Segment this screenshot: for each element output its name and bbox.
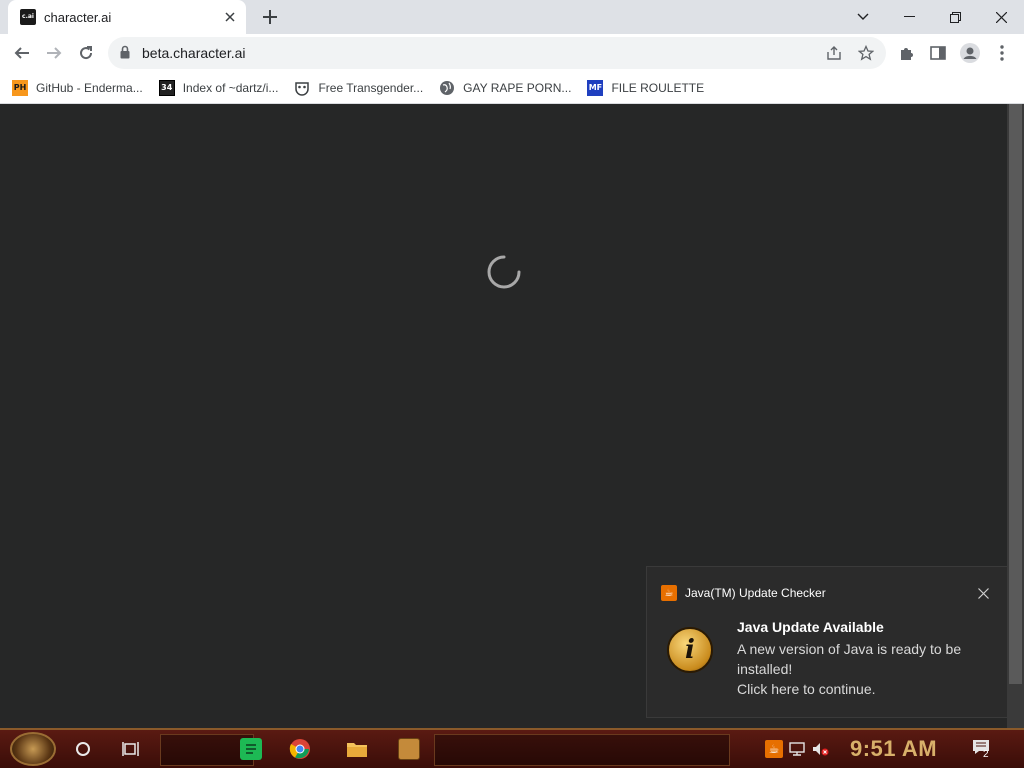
lock-icon[interactable]: [120, 45, 130, 64]
info-icon: i: [667, 627, 713, 673]
bookmark-github[interactable]: PH GitHub - Enderma...: [12, 76, 143, 100]
notification-count-badge: 2: [983, 749, 989, 760]
tab-character-ai[interactable]: c.ai character.ai: [8, 0, 246, 34]
tab-strip: c.ai character.ai: [0, 0, 1024, 34]
network-icon[interactable]: [788, 740, 806, 758]
minimize-button[interactable]: [886, 0, 932, 34]
mask-icon: [294, 80, 310, 96]
java-icon: ☕: [661, 585, 677, 601]
tab-title: character.ai: [44, 9, 112, 25]
grid-icon: 34: [158, 79, 175, 96]
bookmark-file-roulette[interactable]: MF FILE ROULETTE: [587, 76, 704, 100]
bookmark-label: Free Transgender...: [318, 80, 424, 95]
game-app-icon[interactable]: [398, 738, 420, 760]
side-panel-icon[interactable]: [924, 39, 952, 67]
bookmark-star-icon[interactable]: [856, 43, 876, 63]
bookmark-label: GAY RAPE PORN...: [463, 80, 572, 95]
java-tray-icon[interactable]: ☕: [765, 740, 783, 758]
bookmark-globe-site[interactable]: GAY RAPE PORN...: [439, 76, 571, 100]
browser-toolbar: beta.character.ai: [0, 34, 1024, 72]
taskbar-slot: [434, 734, 730, 766]
globe-icon: [439, 80, 455, 96]
task-view-icon[interactable]: [118, 736, 144, 762]
roulette-icon: MF: [587, 79, 604, 96]
toast-message: A new version of Java is ready to be ins…: [737, 641, 962, 677]
url-text[interactable]: beta.character.ai: [142, 37, 246, 69]
reload-button[interactable]: [72, 39, 100, 67]
character-ai-favicon-icon: c.ai: [20, 9, 36, 25]
toast-action-text[interactable]: Click here to continue.: [737, 679, 997, 699]
address-bar[interactable]: beta.character.ai: [108, 37, 886, 69]
forward-button[interactable]: [40, 39, 68, 67]
toast-close-icon[interactable]: [973, 583, 993, 603]
ph-icon: PH: [12, 79, 28, 96]
toast-app-name: Java(TM) Update Checker: [685, 586, 826, 600]
chrome-menu-icon[interactable]: [988, 39, 1016, 67]
bookmark-label: FILE ROULETTE: [611, 80, 705, 95]
bookmark-index-dartz[interactable]: 34 Index of ~dartz/i...: [158, 76, 279, 100]
profile-avatar-icon[interactable]: [956, 39, 984, 67]
toast-title: Java Update Available: [737, 619, 884, 635]
bookmark-free-transgender[interactable]: Free Transgender...: [294, 76, 423, 100]
new-tab-button[interactable]: [258, 5, 282, 29]
bookmark-label: GitHub - Enderma...: [36, 80, 143, 95]
bookmark-label: Index of ~dartz/i...: [182, 80, 279, 95]
back-button[interactable]: [8, 39, 36, 67]
loading-spinner-icon: [487, 255, 521, 289]
taskbar-clock[interactable]: 9:51 AM: [850, 736, 937, 762]
notes-app-icon[interactable]: [240, 738, 262, 760]
toast-body: A new version of Java is ready to be ins…: [737, 639, 997, 699]
chrome-taskbar-icon[interactable]: [289, 738, 311, 760]
extensions-icon[interactable]: [892, 39, 920, 67]
tab-close-icon[interactable]: [222, 9, 238, 25]
scrollbar-thumb[interactable]: [1009, 104, 1022, 684]
cortana-search-icon[interactable]: [70, 736, 96, 762]
toast-app-header: ☕ Java(TM) Update Checker: [661, 585, 826, 601]
file-explorer-icon[interactable]: [346, 738, 368, 760]
java-update-notification[interactable]: ☕ Java(TM) Update Checker i Java Update …: [646, 566, 1008, 718]
tab-search-chevron-icon[interactable]: [840, 0, 886, 34]
bookmarks-bar: PH GitHub - Enderma... 34 Index of ~dart…: [0, 72, 1024, 104]
volume-muted-icon[interactable]: [812, 740, 830, 758]
start-button[interactable]: [10, 732, 56, 766]
restore-button[interactable]: [932, 0, 978, 34]
close-window-button[interactable]: [978, 0, 1024, 34]
share-icon[interactable]: [824, 43, 844, 63]
windows-taskbar: ☕ 9:51 AM 2: [0, 728, 1024, 768]
